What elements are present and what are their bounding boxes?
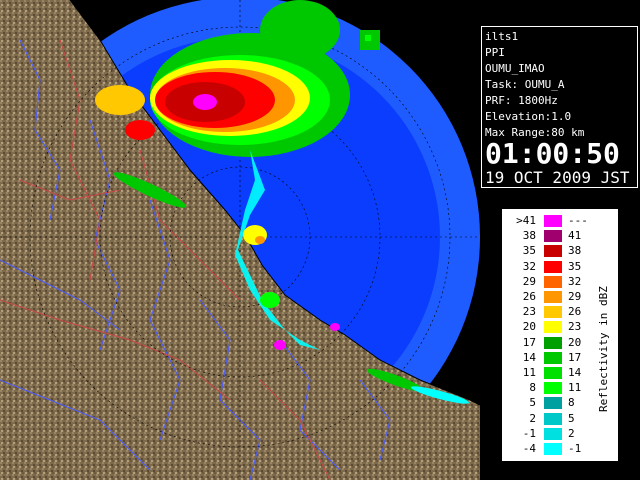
legend-upper-value: ---	[568, 214, 588, 227]
legend-swatch	[544, 215, 562, 227]
legend-lower-value: -1	[522, 426, 536, 440]
legend-swatch	[544, 412, 562, 425]
legend-swatch	[544, 336, 562, 349]
legend-row: 25	[506, 411, 596, 425]
legend-lower-value: 5	[529, 396, 536, 410]
legend-row: 20 23	[506, 320, 596, 334]
radar-ppi-view[interactable]	[0, 0, 480, 480]
legend-swatch	[544, 351, 562, 364]
legend-upper-value: 35	[568, 259, 582, 273]
legend-upper-value: 29	[568, 290, 582, 303]
legend-upper-value: 17	[568, 350, 582, 364]
legend-swatch	[544, 291, 562, 303]
legend-lower-value: 11	[522, 366, 536, 379]
legend-title: Reflectivity in dBZ	[597, 286, 610, 412]
legend-upper-value: 23	[568, 320, 582, 334]
legend-upper-value: 32	[568, 274, 582, 288]
legend-row: -1 2	[506, 426, 596, 440]
legend-swatch	[544, 382, 562, 395]
task-name: Task: OUMU_A	[485, 78, 565, 91]
legend-lower-value: 26	[522, 290, 536, 303]
legend-swatch	[544, 306, 562, 319]
legend-upper-value: 20	[568, 335, 582, 349]
legend-lower-value: 20	[522, 320, 536, 334]
radar-map-svg	[0, 0, 480, 480]
legend-upper-value: 38	[568, 244, 582, 258]
legend-lower-value: 32	[522, 259, 536, 273]
legend-row: 17 20	[506, 335, 596, 349]
legend-upper-value: 8	[568, 396, 575, 410]
legend-row: 8 11	[506, 381, 596, 395]
legend-lower-value: 29	[522, 274, 536, 288]
legend-row: 11 14	[506, 367, 596, 379]
legend-row: 32 35	[506, 259, 596, 273]
legend-row: 26 29	[506, 291, 596, 303]
legend-row: -4 -1	[506, 443, 596, 455]
legend-row: >41 ---	[506, 215, 596, 227]
legend-row: 58	[506, 396, 596, 410]
legend-row: 23 26	[506, 305, 596, 319]
legend-swatch	[544, 443, 562, 455]
product-type: PPI	[485, 46, 505, 59]
station-id: ilts1	[485, 30, 519, 43]
legend-swatch	[544, 397, 562, 410]
legend-lower-value: 38	[522, 229, 536, 243]
legend-upper-value: 26	[568, 305, 582, 319]
reflectivity-legend: >41 --- 38 41 35 38 32 35 29 32 26 29 23 26 20 23 17 20 14…	[501, 208, 619, 462]
echo-east-cluster	[360, 30, 380, 50]
legend-row: 35 38	[506, 244, 596, 258]
site-name: OUMU_IMAO	[485, 62, 545, 75]
legend-lower-value: 14	[522, 350, 536, 364]
legend-upper-value: -1	[568, 442, 582, 455]
legend-lower-value: 35	[522, 244, 536, 258]
legend-swatch	[544, 260, 562, 273]
legend-lower-value: 2	[529, 411, 536, 425]
legend-lower-value: 8	[529, 381, 536, 395]
legend-lower-value: >41	[516, 214, 536, 227]
legend-swatch	[544, 321, 562, 334]
legend-swatch	[544, 275, 562, 288]
prf-value: PRF: 1800Hz	[485, 94, 558, 107]
legend-row: 29 32	[506, 274, 596, 288]
scan-date: 19 OCT 2009 JST	[485, 168, 630, 187]
legend-row: 14 17	[506, 350, 596, 364]
legend-swatch	[544, 367, 562, 379]
elevation-value: Elevation:1.0	[485, 110, 572, 123]
scan-time: 01:00:50	[485, 137, 620, 170]
legend-lower-value: 17	[522, 335, 536, 349]
legend-swatch	[544, 230, 562, 243]
legend-upper-value: 14	[568, 366, 582, 379]
legend-upper-value: 2	[568, 426, 575, 440]
legend-upper-value: 41	[568, 229, 582, 243]
legend-lower-value: 23	[522, 305, 536, 319]
legend-swatch	[544, 245, 562, 258]
legend-lower-value: -4	[522, 442, 536, 455]
radar-info-panel: ilts1 PPI OUMU_IMAO Task: OUMU_A PRF: 18…	[481, 26, 638, 188]
legend-upper-value: 5	[568, 411, 575, 425]
legend-row: 38 41	[506, 229, 596, 243]
legend-upper-value: 11	[568, 381, 582, 395]
legend-swatch	[544, 427, 562, 440]
